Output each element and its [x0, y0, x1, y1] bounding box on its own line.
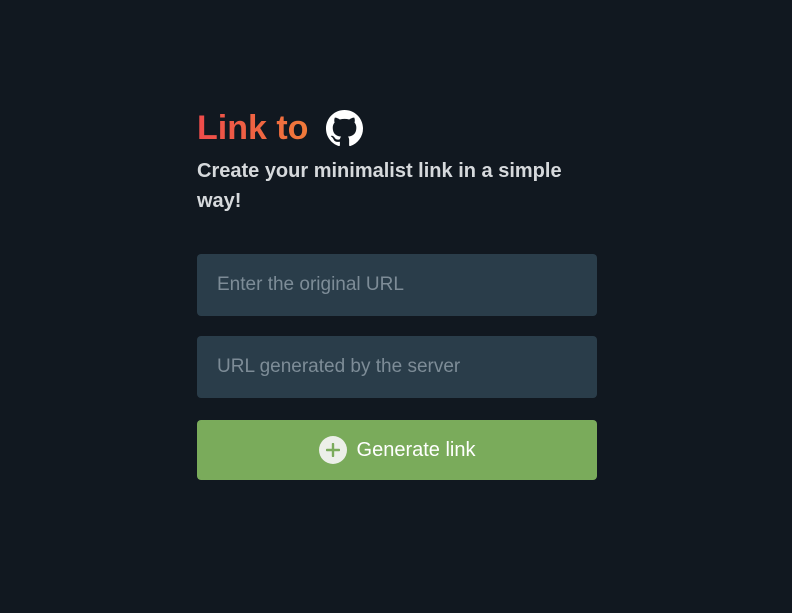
page-subtitle: Create your minimalist link in a simple …	[197, 160, 562, 212]
plus-circle-icon	[318, 436, 347, 464]
page-title: Link to	[197, 109, 309, 147]
generate-link-button[interactable]: Generate link	[197, 420, 597, 480]
original-url-input[interactable]	[197, 254, 597, 316]
generate-link-label: Generate link	[356, 438, 476, 461]
github-icon[interactable]	[326, 109, 364, 147]
title-row: Link to	[197, 108, 597, 148]
generated-url-field[interactable]	[197, 336, 597, 398]
link-shortener-card: Link to Create your minimalist link in a…	[197, 108, 597, 480]
